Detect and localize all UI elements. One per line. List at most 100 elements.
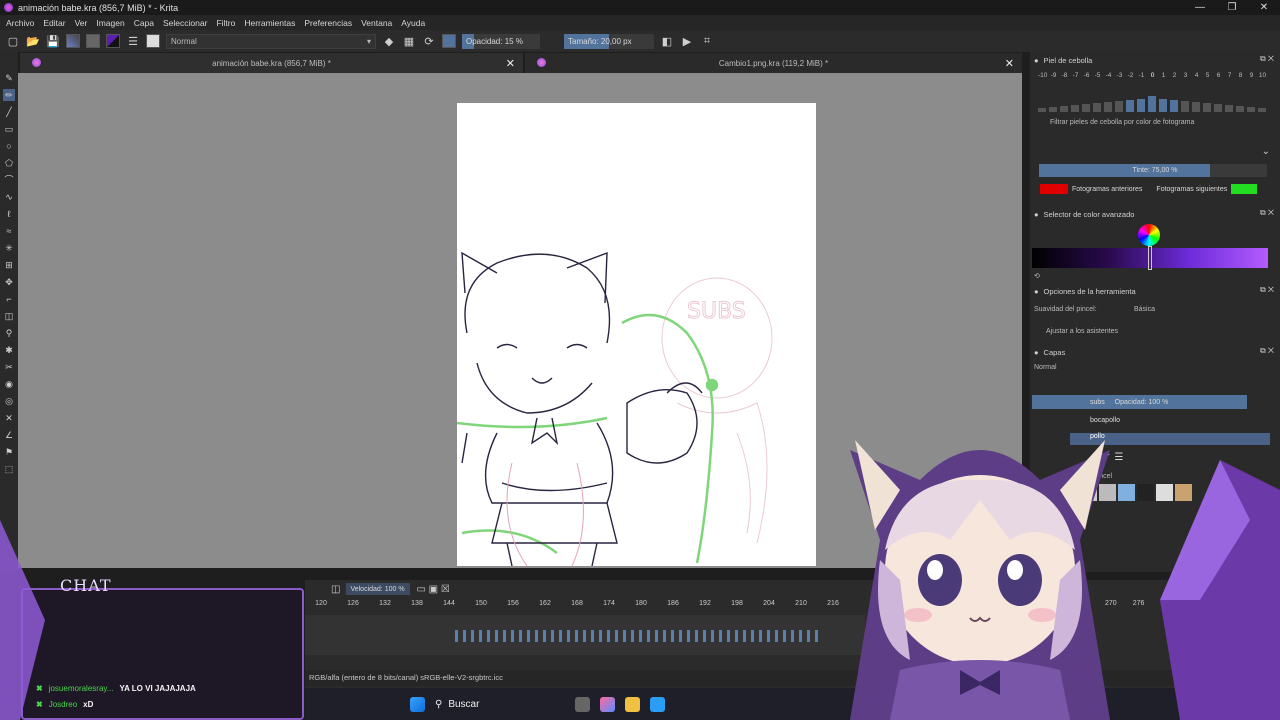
onion-opacity-bars[interactable]	[1038, 92, 1270, 112]
layer-blend-select[interactable]: Normal	[1034, 364, 1057, 371]
keyframe-marker[interactable]	[775, 630, 778, 642]
brush-preset-icon[interactable]	[146, 34, 160, 48]
onion-opacity-bar[interactable]	[1115, 101, 1123, 112]
keyframe-marker[interactable]	[767, 630, 770, 642]
keyframe-marker[interactable]	[687, 630, 690, 642]
keyframe-marker[interactable]	[807, 630, 810, 642]
menu-filter[interactable]: Filtro	[216, 18, 235, 28]
brush-preset-icon[interactable]	[1137, 484, 1154, 501]
keyframe-marker[interactable]	[511, 630, 514, 642]
line-tool-icon[interactable]: ╱	[3, 106, 15, 118]
rectangle-tool-icon[interactable]: ▭	[3, 123, 15, 135]
float-docker-icon[interactable]: ⧉ ✕	[1260, 285, 1274, 295]
ellipse-tool-icon[interactable]: ○	[3, 140, 15, 152]
onion-opacity-bar[interactable]	[1225, 105, 1233, 112]
keyframe-marker[interactable]	[671, 630, 674, 642]
onion-frame-number[interactable]: 10	[1258, 72, 1267, 79]
keyframe-marker[interactable]	[751, 630, 754, 642]
chevron-down-icon[interactable]: ⌄	[1262, 146, 1270, 157]
menu-view[interactable]: Ver	[75, 18, 88, 28]
keyframe-marker[interactable]	[695, 630, 698, 642]
drawing-canvas[interactable]: SUBS	[457, 103, 816, 566]
mirror-horizontal-icon[interactable]: ◧	[660, 34, 674, 48]
keyframe-marker[interactable]	[551, 630, 554, 642]
crop-tool-icon[interactable]: ⌐	[3, 293, 15, 305]
move-tool-icon[interactable]: ✥	[3, 276, 15, 288]
onion-opacity-bar[interactable]	[1170, 100, 1178, 112]
onion-frame-number[interactable]: -7	[1071, 72, 1080, 79]
keyframe-marker[interactable]	[727, 630, 730, 642]
keyframe-marker[interactable]	[663, 630, 666, 642]
gradient-tool-icon[interactable]: ◫	[3, 310, 15, 322]
onion-opacity-bar[interactable]	[1049, 107, 1057, 112]
color-cursor[interactable]	[1148, 246, 1152, 270]
windows-start-icon[interactable]	[410, 696, 425, 712]
docker-toggle-icon[interactable]: ●	[1034, 56, 1039, 65]
brush-preset-icon[interactable]	[1118, 484, 1135, 501]
blend-mode-select[interactable]: Normal ▾	[166, 33, 376, 49]
previous-frames-color-swatch[interactable]	[1040, 184, 1068, 194]
onion-opacity-bar[interactable]	[1247, 107, 1255, 112]
bezier-tool-icon[interactable]: ∿	[3, 191, 15, 203]
onion-opacity-bar[interactable]	[1214, 104, 1222, 112]
menu-tools[interactable]: Herramientas	[244, 18, 295, 28]
keyframe-marker[interactable]	[711, 630, 714, 642]
tint-slider[interactable]: Tinte: 75,00 %	[1039, 164, 1267, 177]
zoom-icon[interactable]: ◫	[331, 584, 340, 595]
menu-image[interactable]: Imagen	[96, 18, 124, 28]
onion-frame-number[interactable]: -4	[1104, 72, 1113, 79]
edge-icon[interactable]	[650, 696, 665, 712]
menu-layer[interactable]: Capa	[134, 18, 154, 28]
menu-edit[interactable]: Editar	[43, 18, 65, 28]
keyframe-marker[interactable]	[471, 630, 474, 642]
dynamic-brush-icon[interactable]: ≈	[3, 225, 15, 237]
onion-frame-number[interactable]: 8	[1236, 72, 1245, 79]
smoothing-select[interactable]: Básica	[1134, 306, 1272, 313]
onion-frame-number[interactable]: 9	[1247, 72, 1256, 79]
opacity-slider[interactable]: Opacidad: 15 %	[462, 33, 540, 49]
transform-tool-icon[interactable]: ✎	[3, 72, 15, 84]
rect-select-icon[interactable]: ⬚	[3, 463, 15, 475]
keyframe-marker[interactable]	[703, 630, 706, 642]
docker-toggle-icon[interactable]: ●	[1034, 348, 1039, 357]
keyframe-marker[interactable]	[615, 630, 618, 642]
minimize-button[interactable]: —	[1184, 0, 1216, 15]
close-window-button[interactable]: ✕	[1248, 0, 1280, 15]
onion-frame-number[interactable]: -1	[1137, 72, 1146, 79]
save-icon[interactable]: 💾	[46, 34, 60, 48]
keyframe-marker[interactable]	[815, 630, 818, 642]
keyframe-marker[interactable]	[743, 630, 746, 642]
float-docker-icon[interactable]: ⧉ ✕	[1260, 208, 1274, 218]
polygon-tool-icon[interactable]: ⬠	[3, 157, 15, 169]
tab-animacion-babe[interactable]: animación babe.kra (856,7 MiB) * ✕	[20, 53, 523, 73]
color-swatch[interactable]	[106, 34, 120, 48]
onion-frame-number[interactable]: 1	[1159, 72, 1168, 79]
mirror-vertical-icon[interactable]: ▶	[680, 34, 694, 48]
multibrush-icon[interactable]: ✳	[3, 242, 15, 254]
keyframe-marker[interactable]	[559, 630, 562, 642]
refresh-icon[interactable]: ⟲	[1034, 272, 1040, 280]
enclose-fill-icon[interactable]: ◎	[3, 395, 15, 407]
keyframe-marker[interactable]	[607, 630, 610, 642]
keyframe-marker[interactable]	[575, 630, 578, 642]
polyline-tool-icon[interactable]: ⌒	[3, 174, 15, 186]
keyframe-marker[interactable]	[735, 630, 738, 642]
onion-opacity-bar[interactable]	[1093, 103, 1101, 112]
keyframe-marker[interactable]	[639, 630, 642, 642]
keyframe-marker[interactable]	[583, 630, 586, 642]
onion-opacity-bar[interactable]	[1236, 106, 1244, 112]
keyframe-row[interactable]	[455, 630, 818, 642]
onion-frame-number[interactable]: -8	[1060, 72, 1069, 79]
keyframe-marker[interactable]	[487, 630, 490, 642]
preserve-alpha-icon[interactable]: ▦	[402, 34, 416, 48]
menu-file[interactable]: Archivo	[6, 18, 34, 28]
onion-opacity-bar[interactable]	[1126, 100, 1134, 112]
docker-toggle-icon[interactable]: ●	[1034, 210, 1039, 219]
keyframe-marker[interactable]	[647, 630, 650, 642]
measure-tool-icon[interactable]: ∠	[3, 429, 15, 441]
onion-frame-number[interactable]: 6	[1214, 72, 1223, 79]
eraser-icon[interactable]: ◆	[382, 34, 396, 48]
open-document-icon[interactable]: 📂	[26, 34, 40, 48]
onion-opacity-bar[interactable]	[1258, 108, 1266, 112]
tab-cambio1[interactable]: Cambio1.png.kra (119,2 MiB) * ✕	[525, 53, 1022, 73]
